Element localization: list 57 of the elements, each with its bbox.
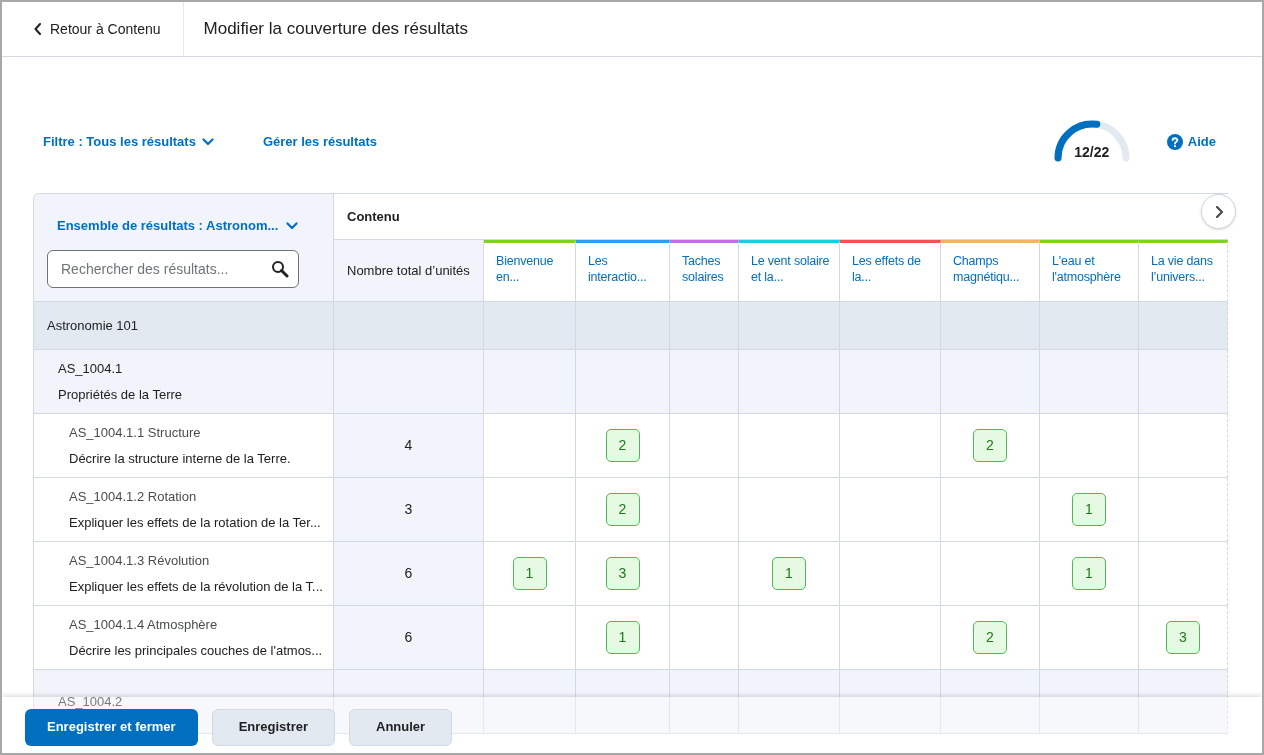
manage-outcomes-link[interactable]: Gérer les résultats [262, 132, 378, 152]
column-header[interactable]: L'eau et l'atmosphère [1040, 240, 1139, 302]
column-header: Nombre total d’unités [347, 261, 470, 280]
unit-total: 4 [404, 436, 413, 455]
progress-reading: 12/22 [1073, 143, 1111, 162]
coverage-count[interactable]: 2 [973, 621, 1007, 654]
column-header[interactable]: Les effets de la... [840, 240, 941, 302]
group-title: Astronomie 101 [47, 316, 140, 335]
table-cell [670, 350, 739, 414]
outcome-title: Décrire les principales couches de l'atmos... [69, 641, 324, 660]
chevron-left-icon [34, 23, 42, 35]
filter-dropdown[interactable]: Filtre : Tous les résultats [43, 132, 214, 152]
coverage-count[interactable]: 2 [973, 429, 1007, 462]
coverage-count[interactable]: 3 [1166, 621, 1200, 654]
column-header[interactable]: Le vent solaire et la... [739, 240, 840, 302]
table-cell [670, 302, 739, 350]
column-header[interactable]: Bienvenue en... [484, 240, 576, 302]
column-header[interactable]: Les interactio... [576, 240, 670, 302]
coverage-count[interactable]: 1 [1072, 493, 1106, 526]
search-icon [271, 259, 289, 278]
outcome-title: Décrire la structure interne de la Terre. [69, 449, 292, 468]
back-link[interactable]: Retour à Contenu [2, 2, 184, 56]
content-heading: Contenu [347, 207, 400, 226]
footer-button[interactable]: Enregistrer [211, 708, 335, 746]
unit-total: 6 [404, 628, 413, 647]
column-header[interactable]: Taches solaires [670, 240, 739, 302]
chevron-down-icon [286, 221, 299, 230]
coverage-count[interactable]: 1 [1072, 557, 1106, 590]
coverage-count[interactable]: 3 [605, 557, 640, 590]
page-title: Modifier la couverture des résultats [202, 18, 469, 41]
help-link[interactable]: Aide [1166, 132, 1216, 152]
outcome-code: AS_1004.1 [58, 360, 124, 378]
help-icon [1166, 134, 1183, 150]
coverage-count[interactable]: 2 [605, 429, 640, 462]
chevron-right-icon [1213, 205, 1224, 218]
outcome-title: Expliquer les effets de la rotation de la Ter... [69, 513, 322, 532]
outcome-code: AS_1004.1.2 Rotation [69, 488, 198, 506]
table-cell [670, 670, 739, 734]
chevron-down-icon [201, 138, 214, 146]
outcome-code: AS_1004.1.3 Révolution [69, 552, 211, 570]
coverage-count[interactable]: 2 [605, 493, 640, 526]
coverage-count[interactable]: 1 [512, 557, 547, 590]
footer-button[interactable]: Annuler [349, 708, 453, 746]
search-field[interactable]: Rechercher des résultats... [47, 249, 299, 288]
outcome-title: Expliquer les effets de la révolution de la T... [69, 577, 324, 596]
outcome-code: AS_1004.1.1 Structure [69, 424, 202, 442]
unit-total: 3 [404, 500, 413, 519]
unit-total: 6 [404, 564, 413, 583]
save-close-button[interactable]: Enregistrer et fermer [25, 708, 198, 746]
outcome-title: Propriétés de la Terre [58, 385, 184, 404]
outcome-code: AS_1004.1.4 Atmosphère [69, 616, 219, 634]
outcome-code: AS_1004.2 [58, 692, 124, 711]
coverage-count[interactable]: 1 [605, 621, 640, 654]
column-header[interactable]: La vie dans l’univers... [1139, 240, 1228, 302]
column-header[interactable]: Champs magnétiqu... [941, 240, 1040, 302]
coverage-count[interactable]: 1 [772, 557, 806, 590]
outcome-set-dropdown[interactable]: Ensemble de résultats : Astronom... [57, 216, 299, 236]
